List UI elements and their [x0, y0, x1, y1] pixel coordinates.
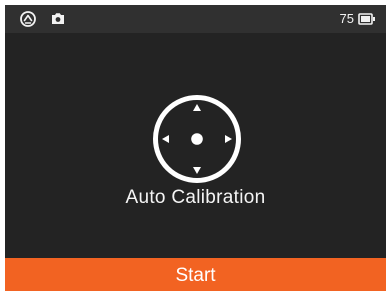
- start-button[interactable]: Start: [5, 258, 386, 291]
- status-bar: 75: [5, 5, 386, 33]
- timer-icon: [18, 9, 38, 29]
- screen-title: Auto Calibration: [125, 187, 266, 208]
- calibration-crosshair-icon: [151, 93, 243, 185]
- device-screen: 75 Auto Calibration Start: [5, 5, 386, 291]
- camera-icon: [48, 9, 68, 29]
- battery-icon: [358, 13, 376, 25]
- battery-level: 75: [339, 11, 354, 26]
